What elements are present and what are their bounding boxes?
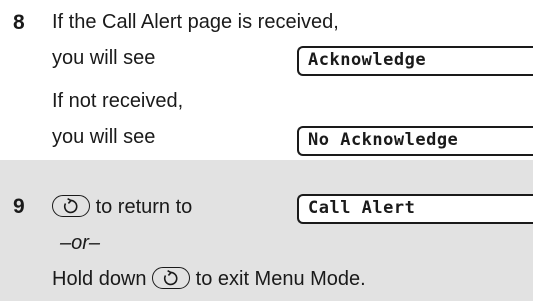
hold-instruction: Hold down to exit Menu Mode. xyxy=(52,267,366,291)
step-number: 8 xyxy=(13,11,25,34)
display-acknowledge: Acknowledge xyxy=(297,46,533,76)
display-call-alert: Call Alert xyxy=(297,194,533,224)
not-received-text: If not received, xyxy=(52,90,184,112)
received-text: If the Call Alert page is received, xyxy=(52,11,339,33)
menu-key-icon xyxy=(52,195,90,217)
step-8-section: 8 If the Call Alert page is received, yo… xyxy=(0,0,533,160)
hold-text-after: to exit Menu Mode. xyxy=(195,268,366,290)
step-9-section: 9 to return to Call Alert –or– Hold down… xyxy=(0,160,533,301)
received-see-text: you will see xyxy=(52,47,156,69)
display-text: Call Alert xyxy=(308,198,416,218)
return-text: to return to xyxy=(95,196,193,218)
or-text: –or– xyxy=(60,232,101,254)
display-no-acknowledge: No Acknowledge xyxy=(297,126,533,156)
display-text: Acknowledge xyxy=(308,50,427,70)
return-instruction: to return to xyxy=(52,195,192,219)
display-text: No Acknowledge xyxy=(308,130,459,150)
not-received-see-text: you will see xyxy=(52,126,156,148)
menu-key-icon xyxy=(152,267,191,289)
step-number: 9 xyxy=(13,195,25,218)
hold-text-before: Hold down xyxy=(52,268,147,290)
